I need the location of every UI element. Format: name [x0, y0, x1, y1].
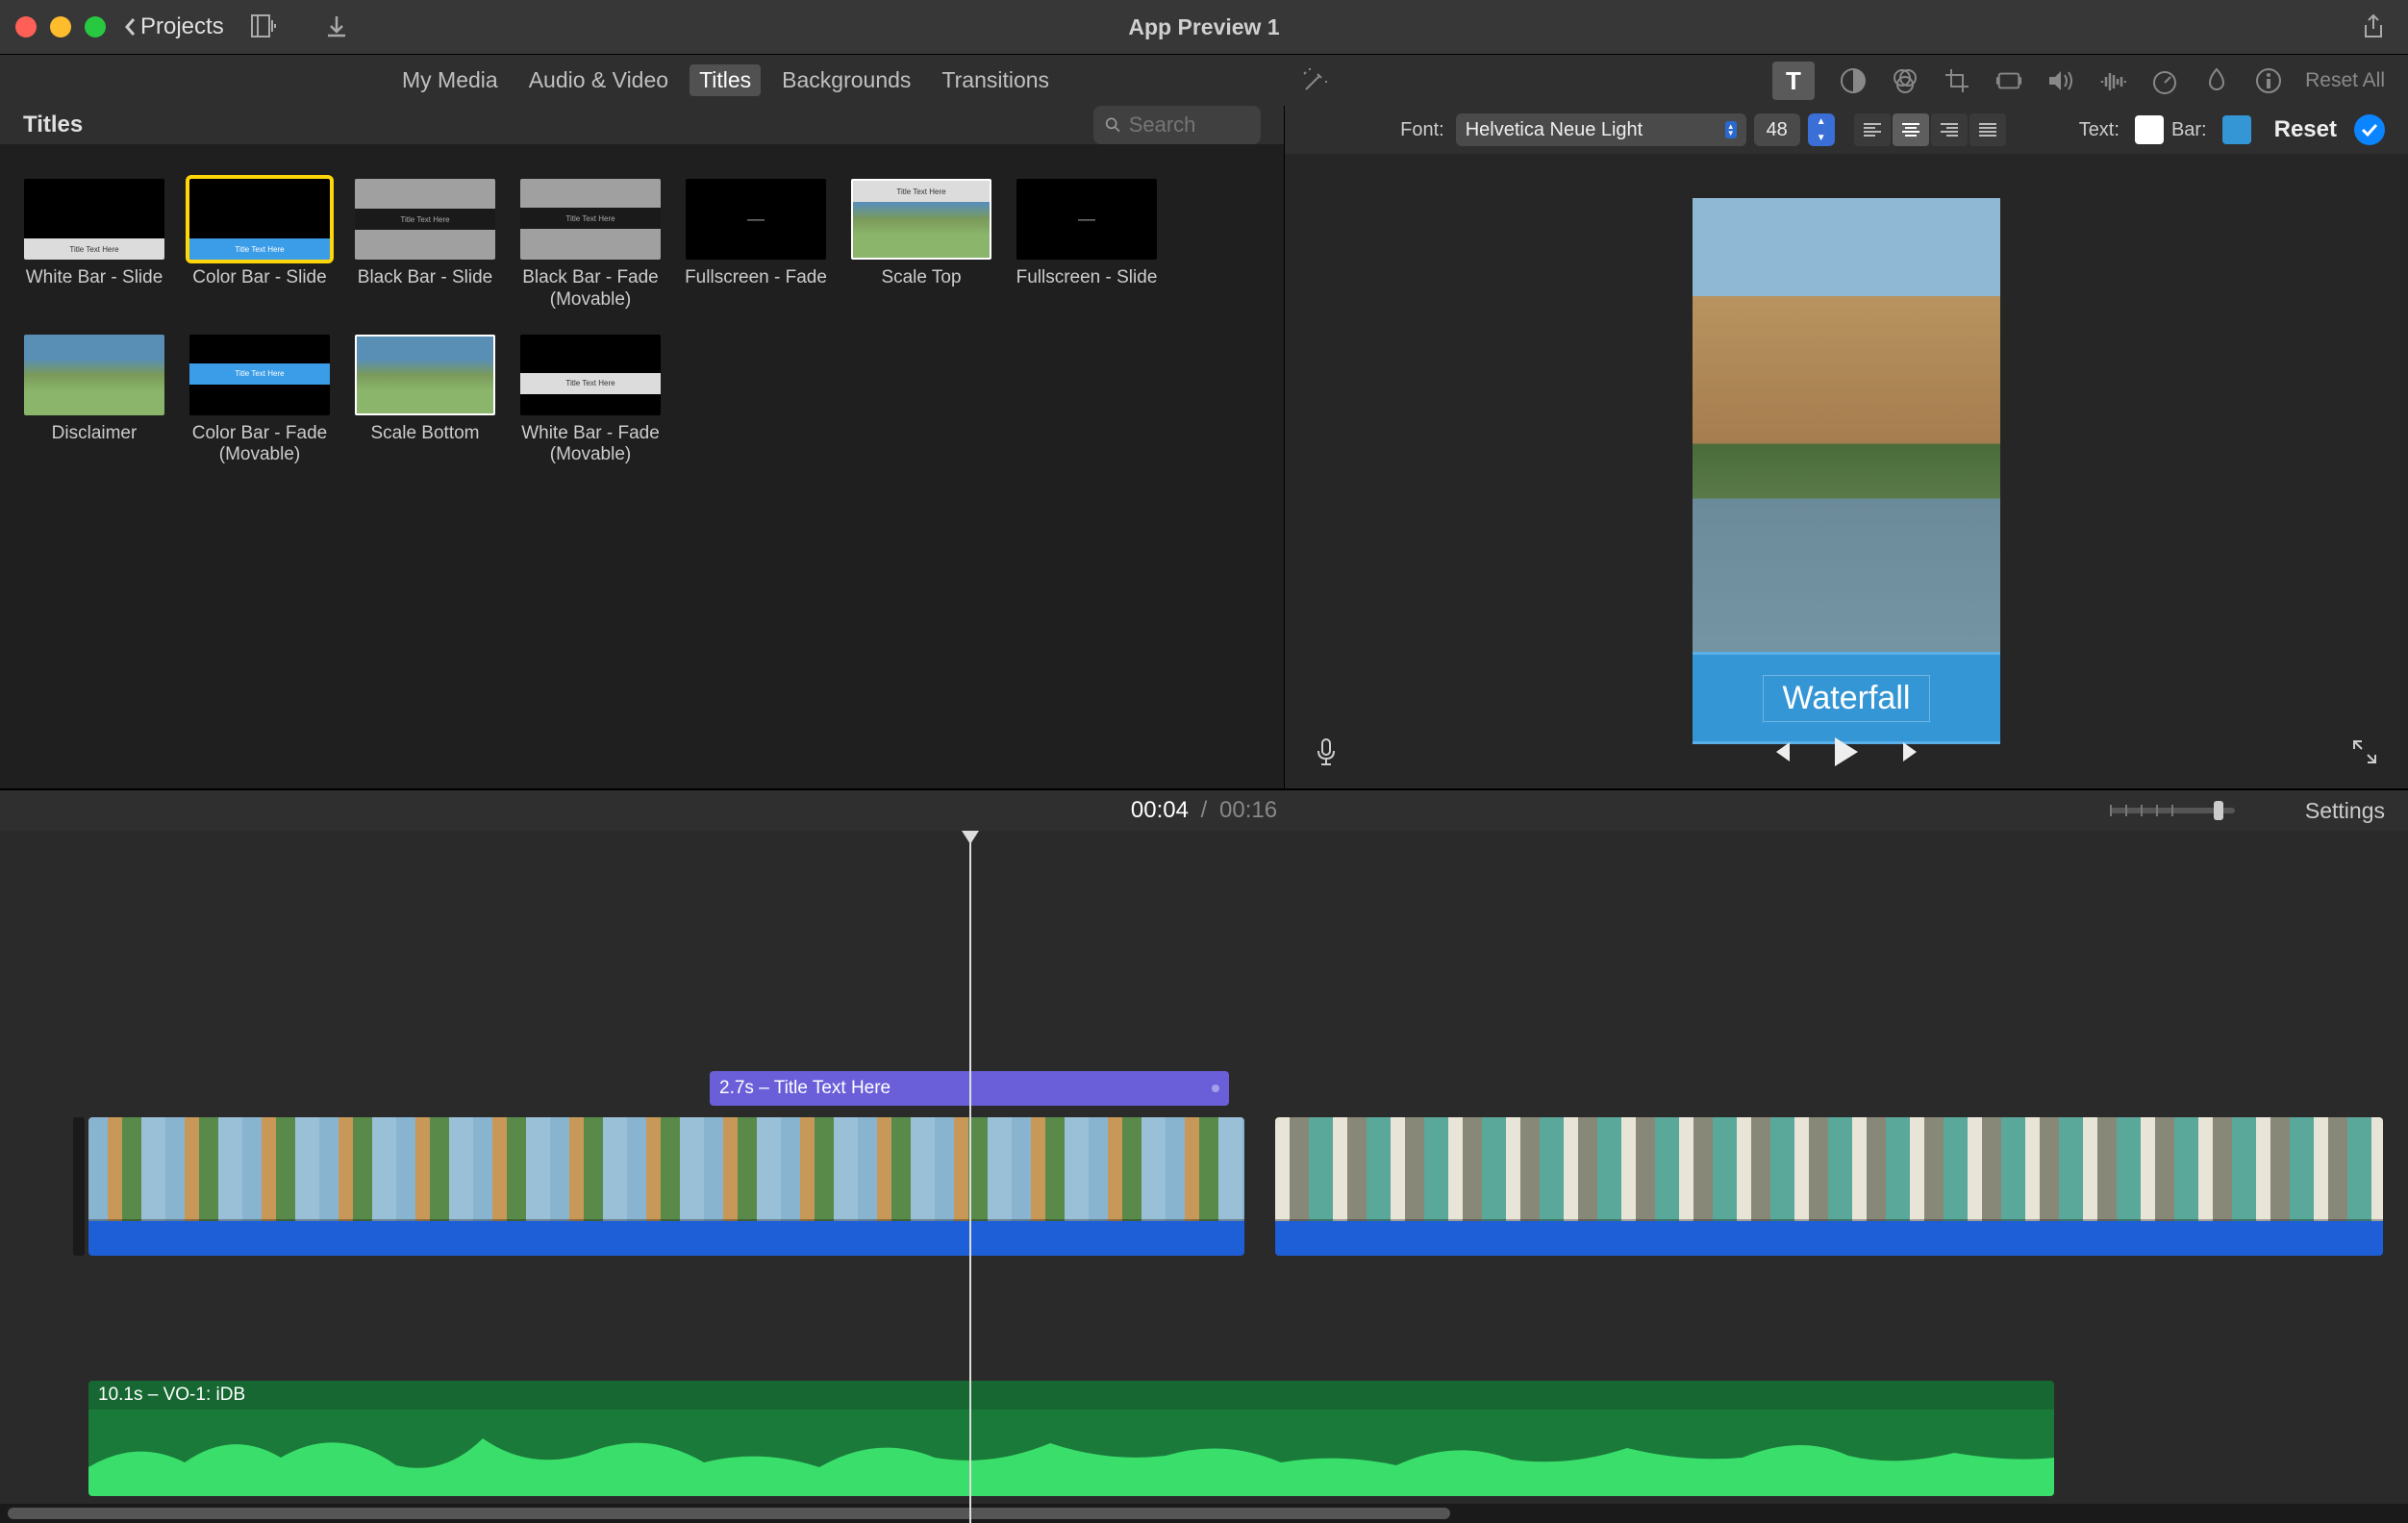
select-arrows-icon: ▲▼: [1725, 121, 1737, 138]
timeline-zoom-slider[interactable]: [2110, 808, 2235, 813]
share-icon[interactable]: [2362, 13, 2385, 40]
titles-search-input[interactable]: [1129, 112, 1249, 137]
title-item[interactable]: Title Text Here Scale Top: [850, 179, 992, 312]
reset-all-button[interactable]: Reset All: [2305, 69, 2385, 92]
text-inspector-row: Font: Helvetica Neue Light ▲▼ 48 ▲▼ Text…: [1285, 106, 2408, 154]
titles-header-label: Titles: [23, 112, 83, 138]
tab-audio-video[interactable]: Audio & Video: [519, 64, 678, 96]
close-window-button[interactable]: [15, 16, 37, 37]
video-clip-1[interactable]: [88, 1117, 1244, 1256]
crop-icon[interactable]: [1944, 67, 1970, 94]
color-correction-icon[interactable]: [1892, 67, 1919, 94]
title-item[interactable]: Title Text Here White Bar - Fade (Movabl…: [519, 335, 662, 467]
text-color-swatch[interactable]: [2135, 115, 2164, 144]
align-right-button[interactable]: [1931, 113, 1968, 146]
title-item[interactable]: Title Text Here White Bar - Slide: [23, 179, 165, 312]
next-frame-button[interactable]: [1899, 739, 1924, 764]
voiceover-audio-clip[interactable]: 10.1s – VO-1: iDB: [88, 1381, 2054, 1496]
titles-browser-panel: Titles Title Text Here White Bar - Slide…: [0, 106, 1285, 788]
import-icon[interactable]: [326, 14, 347, 39]
tab-backgrounds[interactable]: Backgrounds: [772, 64, 920, 96]
font-size-field[interactable]: 48: [1754, 113, 1800, 146]
back-to-projects-button[interactable]: Projects: [123, 13, 224, 40]
bar-color-swatch[interactable]: [2222, 115, 2251, 144]
volume-icon[interactable]: [2047, 67, 2074, 94]
timecode-display: 00:04 / 00:16: [1131, 797, 1277, 824]
speed-icon[interactable]: [2151, 67, 2178, 94]
library-toggle-icon[interactable]: [251, 14, 278, 39]
font-size-stepper[interactable]: ▲▼: [1808, 113, 1835, 146]
text-color-label: Text:: [2079, 119, 2120, 141]
text-inspector-icon[interactable]: T: [1772, 62, 1815, 100]
preview-viewer: Waterfall: [1285, 154, 2408, 788]
svg-text:T: T: [1786, 68, 1801, 93]
title-item[interactable]: Title Text Here Color Bar - Slide: [188, 179, 331, 312]
clip-audio-waveform: [1275, 1221, 2383, 1256]
tab-titles[interactable]: Titles: [690, 64, 761, 96]
stabilize-icon[interactable]: [1995, 67, 2022, 94]
align-justify-button[interactable]: [1969, 113, 2006, 146]
color-balance-icon[interactable]: [1840, 67, 1867, 94]
window-controls: [15, 16, 106, 37]
info-icon[interactable]: [2255, 67, 2282, 94]
horizontal-scrollbar[interactable]: [0, 1504, 2408, 1523]
minimize-window-button[interactable]: [50, 16, 71, 37]
media-tabs: My Media Audio & Video Titles Background…: [392, 64, 1059, 96]
preview-inspector-panel: Font: Helvetica Neue Light ▲▼ 48 ▲▼ Text…: [1285, 106, 2408, 788]
title-item[interactable]: Title Text Here Black Bar - Fade (Movabl…: [519, 179, 662, 312]
timeline-header: 00:04 / 00:16 Settings: [0, 788, 2408, 831]
font-select[interactable]: Helvetica Neue Light ▲▼: [1456, 113, 1746, 146]
clip-thumbnails: [1275, 1117, 2383, 1221]
title-text[interactable]: Waterfall: [1783, 680, 1911, 716]
window-title-bar: Projects App Preview 1: [0, 0, 2408, 54]
timeline[interactable]: 2.7s – Title Text Here 10.1s – VO-1: iDB: [0, 831, 2408, 1523]
noise-reduction-icon[interactable]: [2099, 67, 2126, 94]
secondary-toolbar: My Media Audio & Video Titles Background…: [0, 54, 2408, 106]
auto-enhance-icon[interactable]: [1300, 66, 1329, 95]
title-item[interactable]: — Fullscreen - Slide: [1016, 179, 1158, 312]
title-item[interactable]: Title Text Here Color Bar - Fade (Movabl…: [188, 335, 331, 467]
clip-thumbnails: [88, 1117, 1244, 1221]
align-center-button[interactable]: [1893, 113, 1929, 146]
tab-my-media[interactable]: My Media: [392, 64, 508, 96]
reset-button[interactable]: Reset: [2274, 116, 2337, 143]
clip-start-handle[interactable]: [73, 1117, 85, 1256]
titles-grid: Title Text Here White Bar - Slide Title …: [0, 144, 1284, 501]
titles-search-box[interactable]: [1093, 106, 1261, 144]
timeline-settings-button[interactable]: Settings: [2305, 798, 2385, 824]
chevron-left-icon: [123, 15, 138, 38]
zoom-knob[interactable]: [2214, 801, 2223, 820]
clip-audio-waveform: [88, 1221, 1244, 1256]
tab-transitions[interactable]: Transitions: [932, 64, 1059, 96]
back-label: Projects: [140, 13, 224, 40]
apply-button[interactable]: [2354, 114, 2385, 145]
video-clip-2[interactable]: [1275, 1117, 2383, 1256]
align-left-button[interactable]: [1854, 113, 1891, 146]
title-item[interactable]: — Fullscreen - Fade: [685, 179, 827, 312]
prev-frame-button[interactable]: [1768, 739, 1793, 764]
playhead[interactable]: [969, 831, 971, 1523]
maximize-window-button[interactable]: [85, 16, 106, 37]
scrollbar-thumb[interactable]: [8, 1508, 1450, 1519]
app-title: App Preview 1: [1128, 14, 1279, 40]
title-item[interactable]: Title Text Here Black Bar - Slide: [354, 179, 496, 312]
title-item[interactable]: Disclaimer text Disclaimer: [23, 335, 165, 467]
voiceover-icon[interactable]: [1316, 737, 1337, 766]
fullscreen-icon[interactable]: [2352, 739, 2377, 764]
bar-color-label: Bar:: [2171, 119, 2207, 141]
font-label: Font:: [1400, 119, 1444, 141]
search-icon: [1105, 115, 1121, 135]
title-item[interactable]: Title Text Here Scale Bottom: [354, 335, 496, 467]
video-filter-icon[interactable]: [2203, 67, 2230, 94]
play-button[interactable]: [1832, 736, 1861, 768]
preview-frame[interactable]: Waterfall: [1693, 198, 2000, 744]
